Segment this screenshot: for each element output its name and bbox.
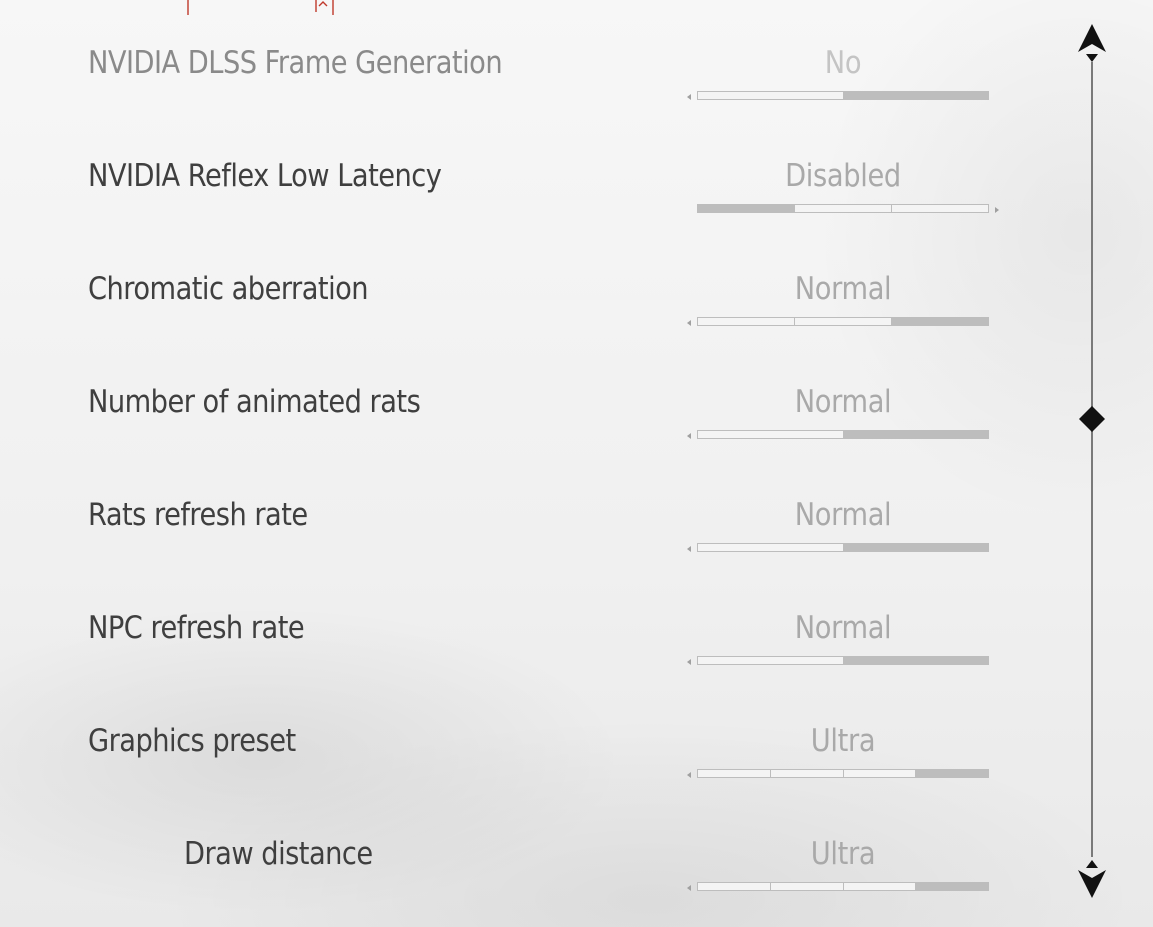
scroll-down-arrow-icon[interactable] [1076, 858, 1108, 900]
setting-label: Rats refresh rate [88, 497, 308, 533]
setting-value[interactable]: Disabled [715, 158, 972, 194]
setting-row[interactable]: Number of animated rats Normal [0, 339, 1040, 452]
decrease-arrow-icon[interactable] [687, 772, 691, 778]
setting-label: NVIDIA Reflex Low Latency [88, 158, 442, 194]
setting-label: NVIDIA DLSS Frame Generation [88, 45, 503, 81]
slider-segment[interactable] [843, 430, 989, 439]
option-slider[interactable] [697, 543, 989, 552]
slider-segment[interactable] [916, 769, 989, 778]
slider-segment[interactable] [843, 543, 989, 552]
setting-row[interactable]: Draw distance Ultra [0, 791, 1040, 904]
setting-label: Draw distance [184, 836, 373, 872]
setting-row[interactable]: NPC refresh rate Normal [0, 565, 1040, 678]
slider-segment[interactable] [697, 430, 844, 439]
setting-label: NPC refresh rate [88, 610, 305, 646]
setting-value[interactable]: Ultra [715, 723, 972, 759]
slider-segment[interactable] [697, 204, 795, 213]
setting-row[interactable]: NVIDIA Reflex Low Latency Disabled [0, 113, 1040, 226]
setting-label: Graphics preset [88, 723, 296, 759]
scroll-thumb-icon[interactable] [1079, 406, 1105, 432]
slider-segment[interactable] [697, 91, 844, 100]
slider-segment[interactable] [843, 656, 989, 665]
slider-segment[interactable] [697, 882, 771, 891]
setting-value[interactable]: Normal [715, 271, 972, 307]
slider-segment[interactable] [892, 204, 989, 213]
scroll-up-arrow-icon[interactable] [1076, 22, 1108, 64]
slider-segment[interactable] [697, 317, 795, 326]
increase-arrow-icon[interactable] [995, 207, 999, 213]
slider-segment[interactable] [795, 204, 892, 213]
option-slider[interactable] [697, 769, 989, 778]
setting-value[interactable]: No [715, 45, 972, 81]
setting-value[interactable]: Ultra [715, 836, 972, 872]
scrollbar-track[interactable] [1091, 62, 1093, 857]
option-slider[interactable] [697, 204, 989, 213]
slider-segment[interactable] [697, 769, 771, 778]
option-slider[interactable] [697, 317, 989, 326]
setting-value[interactable]: Normal [715, 497, 972, 533]
setting-value[interactable]: Normal [715, 610, 972, 646]
setting-label: Chromatic aberration [88, 271, 369, 307]
slider-segment[interactable] [697, 543, 844, 552]
slider-segment[interactable] [843, 882, 917, 891]
setting-row[interactable]: Rats refresh rate Normal [0, 452, 1040, 565]
slider-segment[interactable] [795, 317, 892, 326]
decrease-arrow-icon[interactable] [687, 659, 691, 665]
setting-label: Number of animated rats [88, 384, 421, 420]
slider-segment[interactable] [916, 882, 989, 891]
slider-segment[interactable] [770, 769, 844, 778]
decrease-arrow-icon[interactable] [687, 433, 691, 439]
option-slider[interactable] [697, 91, 989, 100]
option-slider[interactable] [697, 656, 989, 665]
setting-row[interactable]: Graphics preset Ultra [0, 678, 1040, 791]
setting-row[interactable]: NVIDIA DLSS Frame Generation No [0, 0, 1040, 113]
decrease-arrow-icon[interactable] [687, 885, 691, 891]
option-slider[interactable] [697, 430, 989, 439]
decrease-arrow-icon[interactable] [687, 546, 691, 552]
slider-segment[interactable] [843, 769, 917, 778]
setting-value[interactable]: Normal [715, 384, 972, 420]
decrease-arrow-icon[interactable] [687, 320, 691, 326]
slider-segment[interactable] [697, 656, 844, 665]
slider-segment[interactable] [770, 882, 844, 891]
option-slider[interactable] [697, 882, 989, 891]
setting-row[interactable]: Chromatic aberration Normal [0, 226, 1040, 339]
decrease-arrow-icon[interactable] [687, 94, 691, 100]
slider-segment[interactable] [892, 317, 989, 326]
slider-segment[interactable] [843, 91, 989, 100]
